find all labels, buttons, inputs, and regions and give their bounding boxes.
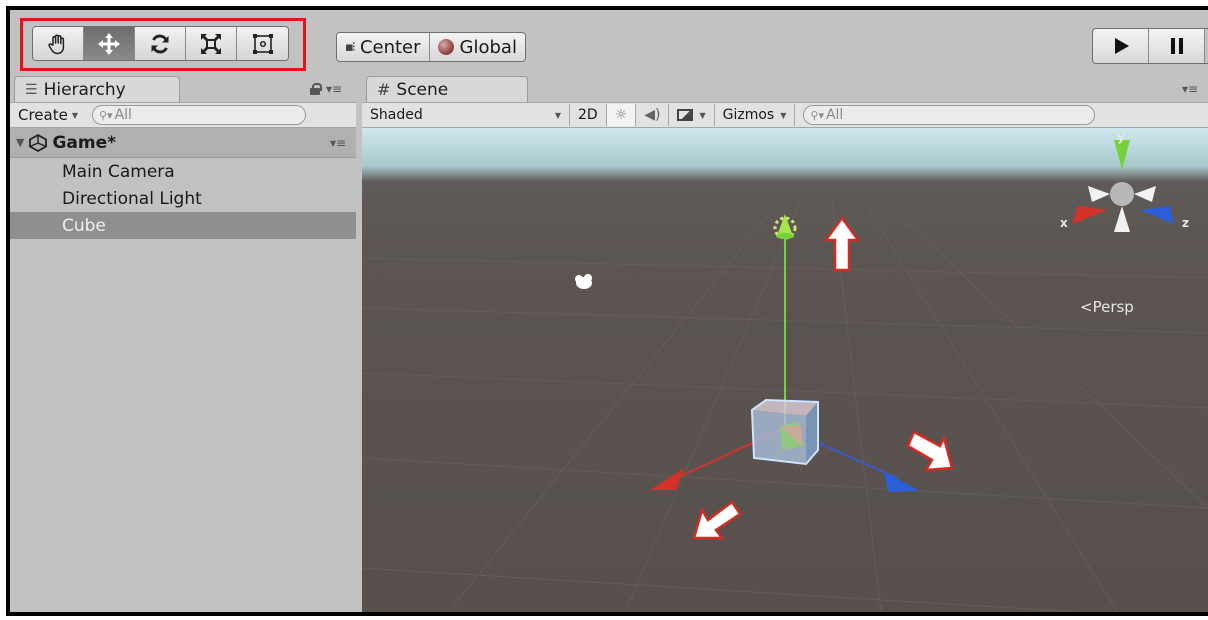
hierarchy-search-input[interactable]: ⚲▾ All <box>92 105 306 125</box>
draw-mode-label: Shaded <box>370 107 423 123</box>
gizmos-dropdown[interactable]: Gizmos ▼ <box>715 104 796 126</box>
hand-tool-button[interactable] <box>33 27 84 60</box>
rotate-tool-button[interactable] <box>135 27 186 60</box>
hand-icon <box>48 34 65 54</box>
2d-label: 2D <box>578 107 598 123</box>
pivot-center-button[interactable]: ▪⁝ Center <box>337 33 429 61</box>
chevron-down-icon: ▼ <box>699 110 706 120</box>
z-axis-cone[interactable] <box>884 472 920 492</box>
image-icon <box>677 109 694 121</box>
persp-label: Persp <box>1092 298 1134 316</box>
scene-search-placeholder: All <box>825 107 844 123</box>
expand-triangle-icon[interactable]: ▼ <box>16 136 24 149</box>
main-toolbar: ▪⁝ Center Global <box>10 10 1208 76</box>
lighting-toggle[interactable]: ☼ <box>606 104 637 126</box>
pivot-toggles: ▪⁝ Center Global <box>336 32 526 62</box>
scene-panel: # Scene ▾≡ Shaded ▼ 2D ☼ ◀) ▼ Gizmos ▼ ⚲… <box>362 76 1208 616</box>
camera-gizmo-icon[interactable] <box>575 274 592 289</box>
pivot-global-button[interactable]: Global <box>428 33 525 61</box>
tab-scene-label: Scene <box>396 79 449 100</box>
unity-editor-window: ▪⁝ Center Global ☰ Hierarchy ▾≡ Create ▼… <box>6 6 1208 616</box>
panel-menu-icon[interactable]: ▾≡ <box>1182 82 1198 96</box>
axis-label-y: y <box>1117 130 1125 144</box>
tree-item-main-camera[interactable]: Main Camera <box>10 158 356 185</box>
projection-toggle[interactable]: <Persp <box>1080 298 1134 316</box>
globe-icon <box>437 39 454 55</box>
grid-icon: # <box>377 80 391 99</box>
chevron-down-icon: ▼ <box>71 110 78 120</box>
scene-name: Game* <box>52 132 117 153</box>
scene-tab-icons: ▾≡ <box>1182 82 1198 96</box>
tree-item-directional-light[interactable]: Directional Light <box>10 185 356 212</box>
move-tool-button[interactable] <box>84 27 135 60</box>
pause-icon <box>1170 38 1183 54</box>
hierarchy-search-placeholder: All <box>114 107 132 123</box>
rect-tool-button[interactable] <box>237 27 288 60</box>
pivot-global-label: Global <box>459 36 517 58</box>
hierarchy-toolbar: Create ▼ ⚲▾ All <box>10 102 356 128</box>
speaker-icon: ◀) <box>644 107 661 123</box>
z-direction-arrow <box>906 430 954 472</box>
transform-tools <box>32 26 289 61</box>
tree-item-label: Directional Light <box>62 188 202 209</box>
panel-menu-icon[interactable]: ▾≡ <box>326 82 342 96</box>
cube-object[interactable] <box>750 398 819 466</box>
axis-label-z: z <box>1182 216 1189 230</box>
play-button[interactable] <box>1093 29 1149 63</box>
search-icon: ⚲▾ <box>99 108 113 122</box>
playback-controls <box>1092 28 1208 64</box>
gizmos-label: Gizmos <box>722 107 775 123</box>
tab-hierarchy-label: Hierarchy <box>43 79 126 100</box>
draw-mode-dropdown[interactable]: Shaded ▼ <box>362 104 570 126</box>
tab-scene[interactable]: # Scene <box>366 76 528 102</box>
scale-icon <box>201 33 221 54</box>
scene-menu-icon[interactable]: ▾≡ <box>330 136 346 150</box>
directional-light-gizmo[interactable] <box>773 214 797 240</box>
audio-toggle[interactable]: ◀) <box>636 104 670 126</box>
rect-transform-icon <box>252 33 273 54</box>
create-dropdown[interactable]: Create ▼ <box>10 106 86 124</box>
back-chevron-icon: < <box>1080 298 1093 316</box>
y-direction-arrow <box>823 215 861 272</box>
tree-item-label: Main Camera <box>62 161 175 182</box>
rotate-icon <box>151 34 169 53</box>
scene-toolbar: Shaded ▼ 2D ☼ ◀) ▼ Gizmos ▼ ⚲▾ All <box>362 102 1208 128</box>
pause-button[interactable] <box>1149 29 1205 63</box>
axis-label-x: x <box>1060 216 1068 230</box>
move-arrows-icon <box>98 32 120 55</box>
lock-icon[interactable] <box>310 83 322 95</box>
list-icon: ☰ <box>25 81 38 98</box>
sun-icon: ☼ <box>614 107 628 123</box>
scene-search-input[interactable]: ⚲▾ All <box>803 105 1096 125</box>
tree-item-label: Cube <box>62 215 106 236</box>
chevron-down-icon: ▼ <box>554 110 561 120</box>
pivot-center-label: Center <box>359 36 421 58</box>
search-icon: ⚲▾ <box>810 108 824 122</box>
scene-viewport[interactable]: y x z <Persp <box>362 128 1208 616</box>
tree-item-cube[interactable]: Cube <box>10 212 356 239</box>
play-icon <box>1114 38 1129 54</box>
hierarchy-tab-icons: ▾≡ <box>310 82 342 96</box>
scale-tool-button[interactable] <box>186 27 237 60</box>
2d-toggle[interactable]: 2D <box>570 104 607 126</box>
scene-root-row[interactable]: ▼ Game* ▾≡ <box>10 128 356 158</box>
orientation-gizmo[interactable] <box>1072 140 1174 232</box>
tab-hierarchy[interactable]: ☰ Hierarchy <box>14 76 180 102</box>
pivot-center-icon: ▪⁝ <box>345 39 356 55</box>
effects-dropdown[interactable]: ▼ <box>669 104 715 126</box>
unity-scene-icon <box>29 133 48 152</box>
create-label: Create <box>18 106 68 124</box>
x-direction-arrow <box>692 500 742 540</box>
chevron-down-icon: ▼ <box>780 110 787 120</box>
scene-view-canvas[interactable] <box>362 128 1208 616</box>
hierarchy-panel: ☰ Hierarchy ▾≡ Create ▼ ⚲▾ All ▼ Game* ▾ <box>10 76 356 612</box>
